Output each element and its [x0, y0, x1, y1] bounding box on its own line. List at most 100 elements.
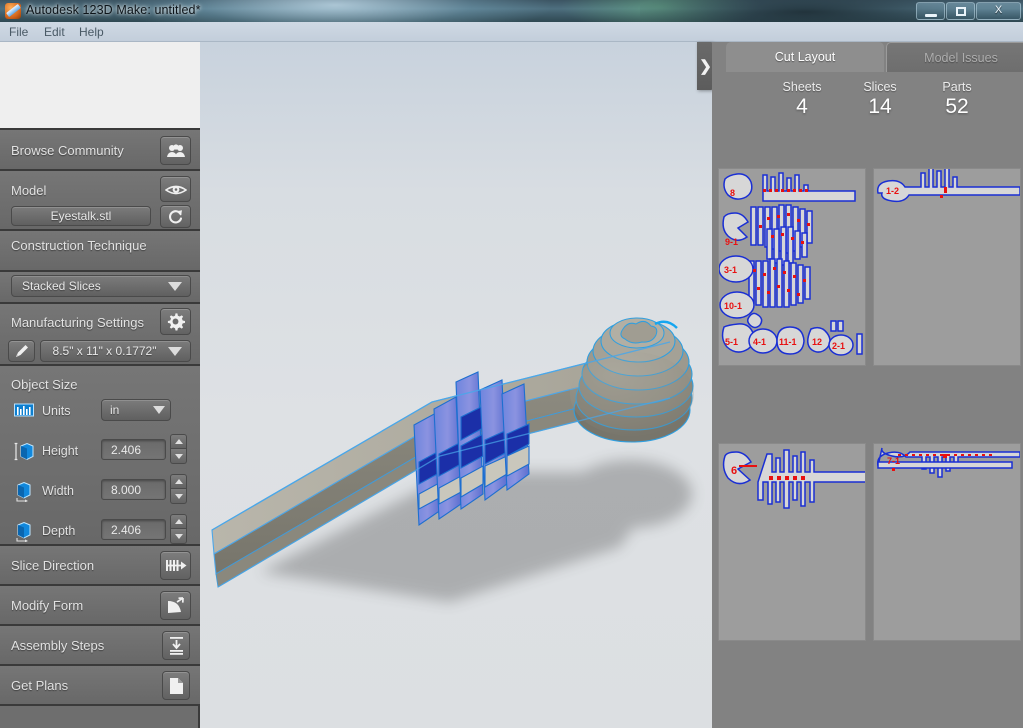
tab-strip: Cut Layout Model Issues — [712, 42, 1023, 72]
document-icon — [169, 677, 183, 694]
width-input[interactable]: 8.000 — [101, 479, 166, 500]
chevron-right-icon: ❯ — [699, 57, 712, 75]
window-title: Autodesk 123D Make: untitled* — [26, 3, 201, 17]
sidebar-section-model: Model Eyestalk.stl — [0, 171, 200, 231]
sidebar-section-get-plans[interactable]: Get Plans — [0, 666, 200, 706]
model-viewport[interactable] — [200, 42, 712, 728]
triangle-up-icon — [174, 479, 183, 484]
sidebar-section-slice-direction[interactable]: Slice Direction — [0, 546, 200, 586]
manufacturing-settings-value: 8.5" x 11" x 0.1772" — [52, 344, 157, 358]
stats-bar: Sheets 4 Slices 14 Parts 52 — [712, 72, 1023, 132]
manufacturing-edit-button[interactable] — [8, 340, 35, 362]
get-plans-button[interactable] — [162, 671, 190, 700]
minimize-icon — [924, 14, 937, 17]
object-size-label: Object Size — [11, 377, 78, 392]
manufacturing-settings-label: Manufacturing Settings — [11, 315, 144, 330]
model-file-button[interactable]: Eyestalk.stl — [11, 206, 151, 226]
units-label: Units — [42, 404, 71, 418]
chevron-down-icon — [168, 346, 182, 356]
depth-stepper-down[interactable] — [170, 529, 187, 544]
close-icon: X — [994, 4, 1003, 16]
stat-parts: Parts 52 — [912, 80, 1002, 119]
menu-item-help[interactable]: Help — [79, 25, 104, 39]
width-stepper-down[interactable] — [170, 489, 187, 504]
ruler-icon — [14, 403, 34, 421]
depth-stepper-up[interactable] — [170, 514, 187, 529]
minimize-button[interactable] — [916, 2, 945, 20]
part-label: 3-1 — [724, 265, 737, 275]
chevron-down-icon — [168, 281, 182, 291]
assembly-steps-icon — [169, 637, 183, 655]
get-plans-label: Get Plans — [11, 678, 69, 693]
construction-technique-label: Construction Technique — [11, 238, 147, 253]
right-panel: Cut Layout Model Issues Sheets 4 Slices … — [712, 42, 1023, 728]
width-stepper[interactable] — [170, 474, 187, 504]
sheet-thumbnail-1[interactable]: 8 9-1 3-1 10-1 5-1 4-1 11-1 12 2-1 — [718, 168, 866, 366]
manufacturing-settings-select[interactable]: 8.5" x 11" x 0.1772" — [40, 340, 191, 362]
stat-parts-value: 52 — [945, 95, 969, 118]
height-stepper-down[interactable] — [170, 449, 187, 464]
sidebar-section-object-size: Object Size Units in Height 2.406 Width … — [0, 366, 200, 546]
height-cube-icon — [14, 442, 34, 461]
sidebar-section-browse-community[interactable]: Browse Community — [0, 130, 200, 171]
assembly-steps-label: Assembly Steps — [11, 638, 105, 653]
triangle-down-icon — [174, 493, 183, 499]
maximize-icon — [955, 7, 966, 16]
maximize-button[interactable] — [946, 2, 975, 20]
part-label: 1-2 — [886, 186, 899, 196]
sidebar-section-construction-technique: Construction Technique — [0, 231, 200, 272]
construction-technique-value: Stacked Slices — [22, 279, 101, 293]
depth-stepper[interactable] — [170, 514, 187, 544]
pencil-icon — [15, 345, 28, 357]
tab-model-issues[interactable]: Model Issues — [886, 42, 1023, 72]
units-value: in — [110, 403, 120, 417]
modify-form-button[interactable] — [160, 591, 191, 620]
sheet-thumbnail-3[interactable]: 6 — [718, 443, 866, 641]
part-label: 9-1 — [725, 237, 738, 247]
menu-item-file[interactable]: File — [9, 25, 28, 39]
part-label: 12 — [812, 337, 822, 347]
browse-community-button[interactable] — [160, 136, 191, 165]
part-label: 2-1 — [832, 341, 845, 351]
part-label: 11-1 — [779, 337, 797, 347]
sidebar-section-assembly-steps[interactable]: Assembly Steps — [0, 626, 200, 666]
stat-parts-label: Parts — [942, 80, 972, 94]
assembly-steps-button[interactable] — [162, 631, 190, 660]
model-label: Model — [11, 183, 47, 198]
model-visibility-button[interactable] — [160, 176, 191, 202]
window-controls: X — [915, 2, 1021, 20]
eye-icon — [164, 185, 187, 194]
tab-cut-layout[interactable]: Cut Layout — [726, 42, 884, 72]
construction-technique-select[interactable]: Stacked Slices — [11, 275, 191, 297]
width-label: Width — [42, 484, 74, 498]
model-refresh-button[interactable] — [160, 205, 191, 228]
height-stepper-up[interactable] — [170, 434, 187, 449]
sheet-thumbnail-4[interactable]: 7-1 — [873, 443, 1021, 641]
menu-item-edit[interactable]: Edit — [44, 25, 65, 39]
depth-input[interactable]: 2.406 — [101, 519, 166, 540]
part-label: 4-1 — [753, 337, 766, 347]
titlebar-glow-green — [560, 0, 760, 22]
part-label: 6 — [731, 465, 737, 477]
close-button[interactable]: X — [976, 2, 1021, 20]
triangle-up-icon — [174, 439, 183, 444]
stat-sheets-value: 4 — [796, 95, 808, 118]
units-select[interactable]: in — [101, 399, 171, 421]
left-sidebar: Browse Community Model Eyestalk.stl Cons… — [0, 128, 200, 728]
sidebar-section-modify-form[interactable]: Modify Form — [0, 586, 200, 626]
height-stepper[interactable] — [170, 434, 187, 464]
3d-model — [200, 42, 712, 728]
modify-form-icon — [168, 596, 184, 613]
part-label: 8 — [730, 188, 735, 198]
width-stepper-up[interactable] — [170, 474, 187, 489]
height-input[interactable]: 2.406 — [101, 439, 166, 460]
sheet-thumbnail-2[interactable]: 1-2 — [873, 168, 1021, 366]
menu-bar: File Edit Help — [0, 22, 1023, 42]
window-titlebar: Autodesk 123D Make: untitled* X — [0, 0, 1023, 22]
slice-direction-button[interactable] — [160, 551, 191, 580]
manufacturing-settings-button[interactable] — [160, 308, 191, 335]
depth-cube-icon — [14, 521, 34, 543]
width-cube-icon — [14, 481, 34, 503]
people-icon — [166, 143, 185, 157]
app-logo-icon — [5, 3, 21, 19]
